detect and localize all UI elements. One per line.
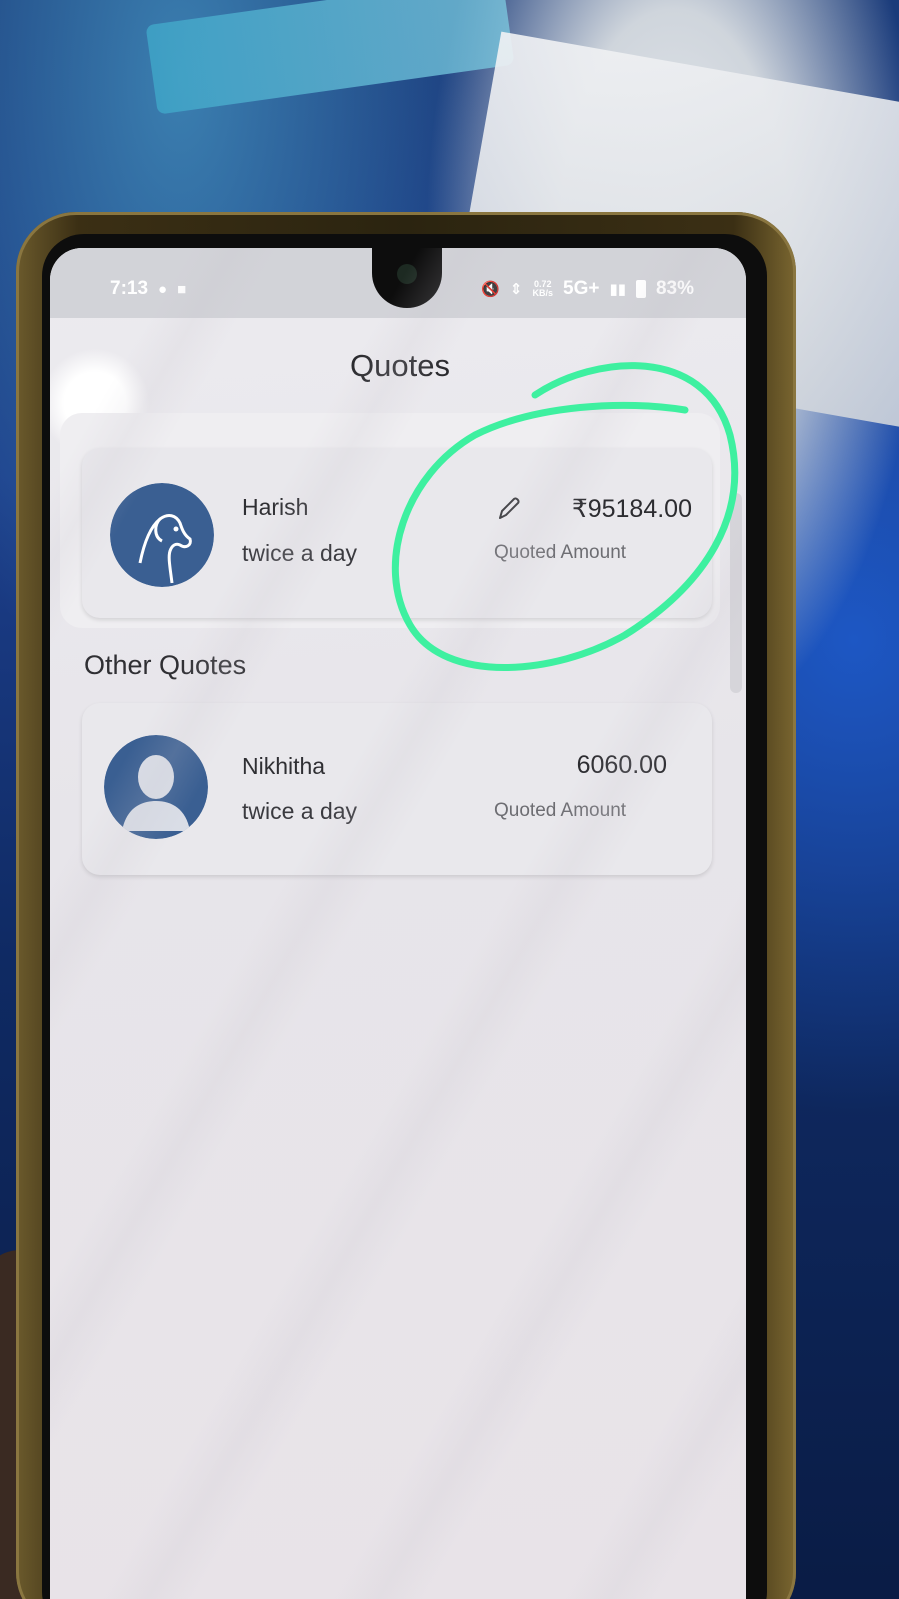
quote-amount: 6060.00 xyxy=(576,751,667,779)
section-title-other-quotes: Other Quotes xyxy=(84,650,247,680)
network-type: 5G+ xyxy=(563,278,600,299)
battery-level: 83% xyxy=(655,278,694,299)
lock-icon: ■ xyxy=(177,280,187,298)
network-speed: 0.72 KB/s xyxy=(532,280,553,298)
page-title: Quotes xyxy=(350,348,450,383)
signal-icon: ▮▮ xyxy=(609,281,626,298)
status-time: 7:13 xyxy=(110,278,149,299)
pencil-icon[interactable] xyxy=(494,494,524,524)
status-right: 🔇 ⇕ 0.72 KB/s 5G+ ▮▮ 83% xyxy=(481,278,694,300)
quote-amount-label: Quoted Amount xyxy=(494,800,627,821)
camera-icon xyxy=(397,264,417,284)
network-speed-unit: KB/s xyxy=(532,288,553,298)
mute-icon: 🔇 xyxy=(481,281,500,298)
dog-avatar-icon xyxy=(110,483,214,587)
my-quote-card[interactable]: Harish twice a day ₹95184.00 Quoted Amou… xyxy=(82,448,712,618)
quote-frequency: twice a day xyxy=(242,540,358,566)
quote-name: Nikhitha xyxy=(242,753,326,779)
quote-amount: ₹95184.00 xyxy=(571,495,692,523)
scroll-indicator[interactable] xyxy=(730,493,742,693)
camera-notch xyxy=(372,248,442,308)
status-bar: 7:13 ● ■ 🔇 ⇕ 0.72 KB/s 5G+ ▮▮ 83% xyxy=(50,248,746,318)
battery-icon xyxy=(635,280,646,298)
quote-frequency: twice a day xyxy=(242,798,358,824)
person-silhouette-icon xyxy=(104,735,208,839)
quote-amount-label: Quoted Amount xyxy=(494,542,627,563)
nfc-icon: ⇕ xyxy=(509,281,523,298)
phone-screen: 7:13 ● ■ 🔇 ⇕ 0.72 KB/s 5G+ ▮▮ 83% Quotes xyxy=(50,248,746,1599)
quote-name: Harish xyxy=(242,494,309,520)
chat-icon: ● xyxy=(158,280,168,298)
other-quote-card[interactable]: Nikhitha twice a day 6060.00 Quoted Amou… xyxy=(82,703,712,875)
status-left: 7:13 ● ■ xyxy=(110,278,186,300)
